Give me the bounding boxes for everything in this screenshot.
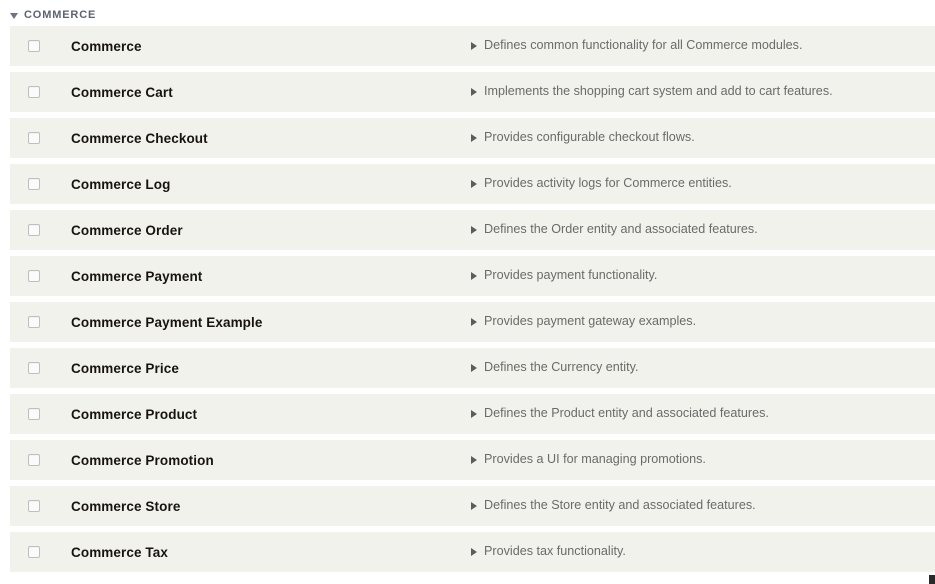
- module-description-cell: Provides payment gateway examples.: [471, 314, 935, 329]
- module-description-cell: Implements the shopping cart system and …: [471, 84, 935, 99]
- caret-right-icon[interactable]: [471, 225, 477, 234]
- module-name: Commerce Payment Example: [71, 314, 263, 330]
- module-name: Commerce Product: [71, 406, 198, 422]
- module-enable-checkbox[interactable]: [28, 178, 40, 190]
- module-name: Commerce Promotion: [71, 452, 214, 468]
- module-enable-cell: [10, 546, 71, 558]
- module-name: Commerce Tax: [71, 544, 168, 560]
- module-description: Provides tax functionality.: [484, 544, 626, 559]
- module-description: Defines the Currency entity.: [484, 360, 639, 375]
- caret-right-icon[interactable]: [471, 41, 477, 50]
- module-name: Commerce: [71, 38, 142, 54]
- module-description: Provides configurable checkout flows.: [484, 130, 695, 145]
- module-enable-cell: [10, 178, 71, 190]
- module-row: Commerce Promotion Provides a UI for mana…: [10, 440, 935, 480]
- module-description-cell: Provides activity logs for Commerce enti…: [471, 176, 935, 191]
- module-description-cell: Defines common functionality for all Com…: [471, 38, 935, 53]
- module-description-cell: Provides configurable checkout flows.: [471, 130, 935, 145]
- module-description-cell: Defines the Order entity and associated …: [471, 222, 935, 237]
- module-name: Commerce Store: [71, 498, 181, 514]
- module-list: Commerce Defines common functionality for…: [10, 26, 935, 578]
- caret-right-icon[interactable]: [471, 409, 477, 418]
- module-enable-cell: [10, 270, 71, 282]
- module-description-cell: Provides payment functionality.: [471, 268, 935, 283]
- module-enable-checkbox[interactable]: [28, 454, 40, 466]
- caret-down-icon: [10, 12, 18, 19]
- caret-right-icon[interactable]: [471, 271, 477, 280]
- module-description: Provides activity logs for Commerce enti…: [484, 176, 732, 191]
- module-row: Commerce Cart Implements the shopping car…: [10, 72, 935, 112]
- module-enable-cell: [10, 454, 71, 466]
- module-enable-checkbox[interactable]: [28, 40, 40, 52]
- caret-right-icon[interactable]: [471, 179, 477, 188]
- module-description-cell: Provides tax functionality.: [471, 544, 935, 559]
- module-description: Defines the Product entity and associate…: [484, 406, 769, 421]
- module-enable-checkbox[interactable]: [28, 362, 40, 374]
- module-description: Provides a UI for managing promotions.: [484, 452, 706, 467]
- module-enable-cell: [10, 86, 71, 98]
- module-enable-cell: [10, 408, 71, 420]
- module-row: Commerce Payment Provides payment functio…: [10, 256, 935, 296]
- module-row: Commerce Store Defines the Store entity a…: [10, 486, 935, 526]
- module-description: Defines common functionality for all Com…: [484, 38, 803, 53]
- module-description: Defines the Order entity and associated …: [484, 222, 758, 237]
- module-description: Provides payment gateway examples.: [484, 314, 697, 329]
- caret-right-icon[interactable]: [471, 363, 477, 372]
- caret-right-icon[interactable]: [471, 455, 477, 464]
- module-enable-checkbox[interactable]: [28, 546, 40, 558]
- module-description: Provides payment functionality.: [484, 268, 658, 283]
- modules-page: COMMERCE Commerce Defines common function…: [0, 0, 935, 584]
- module-enable-cell: [10, 40, 71, 52]
- module-row: Commerce Defines common functionality for…: [10, 26, 935, 66]
- module-name: Commerce Payment: [71, 268, 203, 284]
- module-row: Commerce Price Defines the Currency entit…: [10, 348, 935, 388]
- module-enable-checkbox[interactable]: [28, 132, 40, 144]
- caret-right-icon[interactable]: [471, 501, 477, 510]
- module-description-cell: Defines the Store entity and associated …: [471, 498, 935, 513]
- module-enable-cell: [10, 316, 71, 328]
- caret-right-icon[interactable]: [471, 547, 477, 556]
- module-row: Commerce Order Defines the Order entity a…: [10, 210, 935, 250]
- module-name: Commerce Price: [71, 360, 179, 376]
- module-group-label: COMMERCE: [24, 8, 97, 21]
- module-description-cell: Defines the Product entity and associate…: [471, 406, 935, 421]
- module-enable-cell: [10, 132, 71, 144]
- caret-right-icon[interactable]: [471, 317, 477, 326]
- module-row: Commerce Log Provides activity logs for C…: [10, 164, 935, 204]
- module-enable-checkbox[interactable]: [28, 86, 40, 98]
- module-row: Commerce Checkout Provides configurable c…: [10, 118, 935, 158]
- module-description-cell: Provides a UI for managing promotions.: [471, 452, 935, 467]
- module-group-header-commerce[interactable]: COMMERCE: [10, 8, 96, 22]
- module-description-cell: Defines the Currency entity.: [471, 360, 935, 375]
- module-row: Commerce Product Defines the Product enti…: [10, 394, 935, 434]
- module-enable-cell: [10, 500, 71, 512]
- module-enable-checkbox[interactable]: [28, 270, 40, 282]
- module-enable-checkbox[interactable]: [28, 224, 40, 236]
- module-description: Implements the shopping cart system and …: [484, 84, 833, 99]
- module-description: Defines the Store entity and associated …: [484, 498, 756, 513]
- module-row: Commerce Payment Example Provides payment…: [10, 302, 935, 342]
- module-row: Commerce Tax Provides tax functionality.: [10, 532, 935, 572]
- module-enable-checkbox[interactable]: [28, 408, 40, 420]
- caret-right-icon[interactable]: [471, 87, 477, 96]
- module-name: Commerce Checkout: [71, 130, 208, 146]
- module-enable-cell: [10, 362, 71, 374]
- module-name: Commerce Order: [71, 222, 183, 238]
- scrollbar-corner-mark: [929, 575, 935, 584]
- module-enable-cell: [10, 224, 71, 236]
- caret-right-icon[interactable]: [471, 133, 477, 142]
- module-name: Commerce Log: [71, 176, 171, 192]
- module-enable-checkbox[interactable]: [28, 316, 40, 328]
- module-enable-checkbox[interactable]: [28, 500, 40, 512]
- module-name: Commerce Cart: [71, 84, 173, 100]
